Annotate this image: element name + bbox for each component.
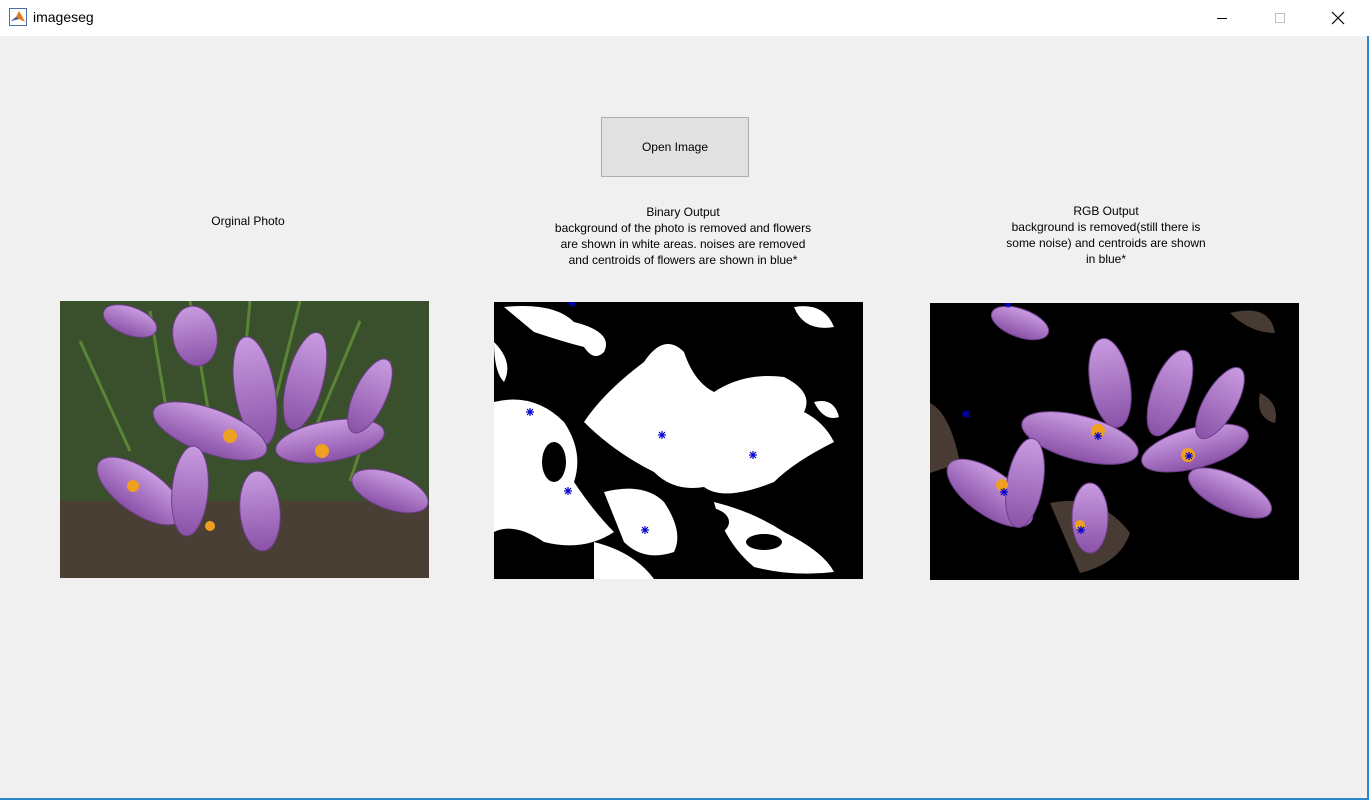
binary-output-label: Binary Output background of the photo is…: [514, 204, 852, 268]
binary-output-axes: [494, 302, 863, 579]
maximize-icon: [1275, 13, 1285, 23]
rgb-output-label: RGB Output background is removed(still t…: [958, 203, 1254, 267]
binary-label-line: background of the photo is removed and f…: [554, 221, 812, 235]
rgb-output-axes: [930, 303, 1299, 580]
window-title: imageseg: [33, 9, 94, 25]
original-flower-image: [60, 301, 429, 578]
rgb-label-line: RGB Output: [1073, 204, 1139, 218]
close-button[interactable]: [1309, 0, 1367, 36]
open-image-button[interactable]: Open Image: [601, 117, 749, 177]
binary-label-line: are shown in white areas. noises are rem…: [560, 237, 806, 251]
minimize-icon: [1217, 18, 1227, 19]
rgb-label-line: in blue*: [1085, 252, 1127, 266]
rgb-label-line: some noise) and centroids are shown: [1006, 236, 1206, 250]
binary-label-line: and centroids of flowers are shown in bl…: [568, 253, 798, 267]
original-photo-label: Orginal Photo: [211, 214, 285, 228]
binary-mask-image: [494, 302, 863, 579]
original-photo-axes: [60, 301, 429, 578]
binary-label-line: Binary Output: [646, 205, 720, 219]
matlab-app-icon: [9, 8, 27, 26]
close-icon: [1331, 11, 1345, 25]
maximize-button[interactable]: [1251, 0, 1309, 36]
title-bar: imageseg: [0, 0, 1369, 36]
rgb-label-line: background is removed(still there is: [1011, 220, 1201, 234]
rgb-segmented-image: [930, 303, 1299, 580]
minimize-button[interactable]: [1193, 0, 1251, 36]
